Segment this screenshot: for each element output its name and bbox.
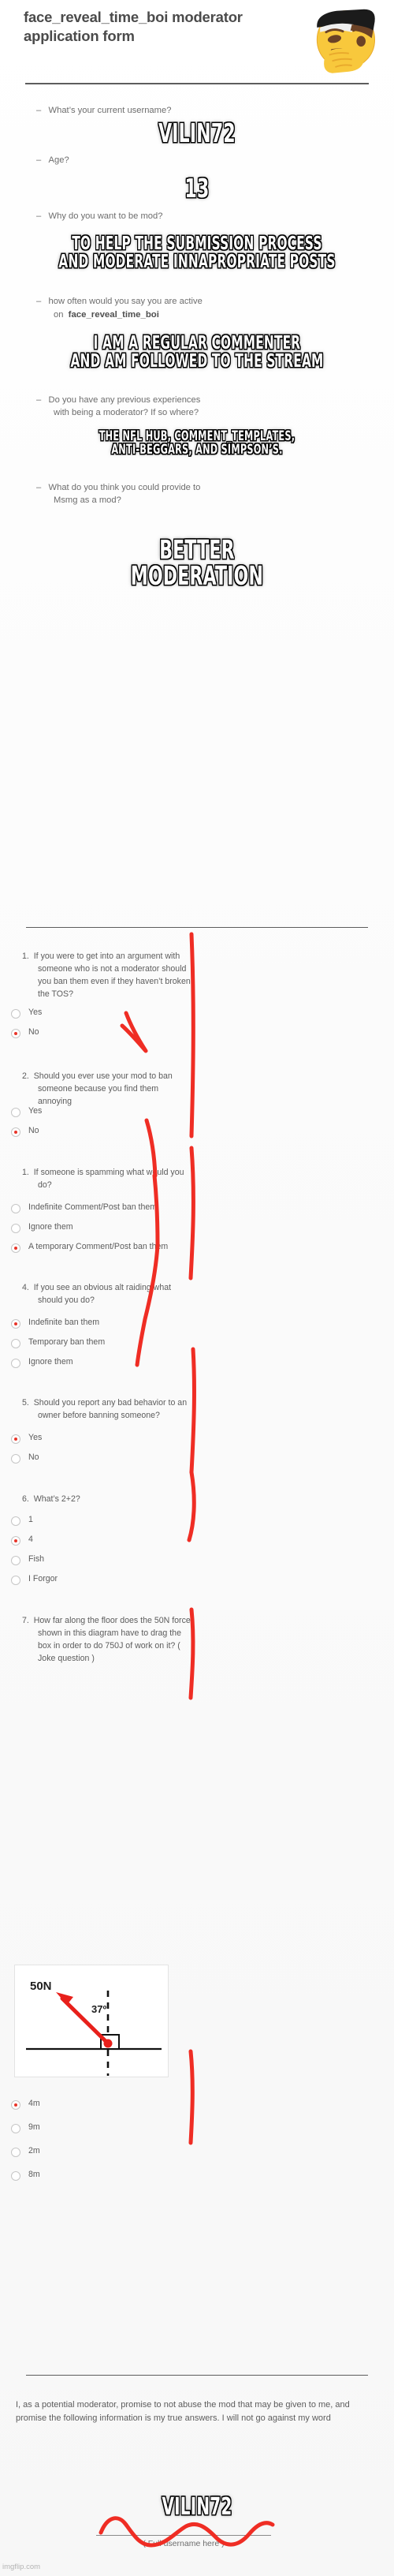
answer-provide: BETTER MODERATION: [130, 534, 264, 591]
radio-icon-selected[interactable]: [11, 1536, 20, 1546]
quiz-question-3-number: 1.: [22, 1168, 29, 1177]
radio-icon-selected[interactable]: [11, 1127, 20, 1137]
radio-icon[interactable]: [11, 2148, 20, 2157]
quiz-question-6-number: 6.: [22, 1494, 29, 1504]
radio-icon[interactable]: [11, 1339, 20, 1348]
quiz-6-option-4[interactable]: 4: [11, 1535, 200, 1548]
page-title-line2: application form: [24, 28, 135, 45]
quiz-7-option-2m[interactable]: 2m: [11, 2146, 200, 2159]
footer-divider: [26, 2375, 368, 2376]
quiz-2-option-no[interactable]: No: [11, 1126, 200, 1139]
quiz-6-option-1[interactable]: 1: [11, 1515, 200, 1528]
signature-line: [96, 2535, 271, 2536]
meme-image: face_reveal_time_boi moderator applicati…: [0, 0, 394, 2576]
physics-force-diagram: 50N 37º: [14, 1965, 169, 2077]
section-divider: [26, 927, 368, 928]
quiz-4-option-temporary-ban[interactable]: Temporary ban them: [11, 1337, 200, 1351]
quiz-6-option-forgor[interactable]: I Forgor: [11, 1574, 200, 1587]
radio-icon[interactable]: [11, 1224, 20, 1233]
quiz-4-option-indefinite-ban[interactable]: Indefinite ban them: [11, 1318, 200, 1331]
quiz-7-option-4m[interactable]: 4m: [11, 2099, 200, 2112]
signature-hint: ( Full username here ): [143, 2539, 225, 2548]
imgflip-watermark: imgflip.com: [2, 2563, 41, 2571]
quiz-7-option-9m[interactable]: 9m: [11, 2122, 200, 2136]
quiz-1-option-no[interactable]: No: [11, 1027, 200, 1041]
quiz-question-2-number: 2.: [22, 1071, 29, 1081]
answer-activity: I AM A REGULAR COMMENTER AND AM FOLLOWED…: [70, 333, 324, 372]
answer-age: 13: [184, 173, 210, 204]
bullet-question-2: – Age?: [36, 155, 69, 165]
radio-icon[interactable]: [11, 1108, 20, 1117]
radio-icon-selected[interactable]: [11, 2100, 20, 2110]
radio-icon[interactable]: [11, 1454, 20, 1464]
quiz-question-4-number: 4.: [22, 1283, 29, 1292]
quiz-5-option-yes[interactable]: Yes: [11, 1433, 200, 1446]
answer-experience: THE NFL HUB, COMMENT_TEMPLATES, ANTI-BEG…: [98, 428, 296, 458]
quiz-5-option-no[interactable]: No: [11, 1453, 200, 1466]
radio-icon[interactable]: [11, 1359, 20, 1368]
quiz-3-option-ignore[interactable]: Ignore them: [11, 1222, 200, 1236]
quiz-1-option-yes[interactable]: Yes: [11, 1008, 200, 1021]
quiz-question-5: 5. Should you report any bad behavior to…: [22, 1398, 188, 1421]
quiz-2-option-yes[interactable]: Yes: [11, 1106, 200, 1120]
form-header: face_reveal_time_boi moderator applicati…: [0, 3, 394, 84]
quiz-question-7: 7. How far along the floor does the 50N …: [22, 1616, 191, 1664]
bullet-question-5: – Do you have any previous experiences w…: [36, 395, 201, 417]
quiz-3-option-indefinite[interactable]: Indefinite Comment/Post ban them: [11, 1202, 200, 1216]
quiz-question-5-number: 5.: [22, 1398, 29, 1408]
radio-icon-selected[interactable]: [11, 1434, 20, 1444]
quiz-question-7-number: 7.: [22, 1616, 29, 1625]
signature-text: VILIN72: [162, 2493, 232, 2521]
quiz-3-option-temporary[interactable]: A temporary Comment/Post ban them: [11, 1242, 200, 1255]
promise-statement: I, as a potential moderator, promise to …: [16, 2400, 350, 2424]
radio-icon[interactable]: [11, 1556, 20, 1565]
quiz-question-2: 2. Should you ever use your mod to ban s…: [22, 1071, 173, 1107]
quiz-question-3: 1. If someone is spamming what would you…: [22, 1168, 184, 1191]
radio-icon-selected[interactable]: [11, 1029, 20, 1038]
force-label: 50N: [30, 1980, 52, 1993]
page-title-line1: face_reveal_time_boi moderator: [24, 9, 243, 25]
radio-icon[interactable]: [11, 2171, 20, 2181]
angle-label: 37º: [91, 2003, 107, 2015]
header-divider: [25, 83, 369, 84]
radio-icon[interactable]: [11, 2124, 20, 2133]
quiz-6-option-fish[interactable]: Fish: [11, 1554, 200, 1568]
radio-icon[interactable]: [11, 1576, 20, 1585]
radio-icon[interactable]: [11, 1009, 20, 1019]
quiz-question-4: 4. If you see an obvious alt raiding wha…: [22, 1283, 172, 1306]
bullet-question-3: – Why do you want to be mod?: [36, 211, 163, 221]
page-title: face_reveal_time_boi moderator applicati…: [24, 8, 307, 47]
answer-why-mod: TO HELP THE SUBMISSION PROCESS AND MODER…: [58, 234, 336, 272]
answer-username: VILIN72: [158, 118, 236, 148]
quiz-question-1-number: 1.: [22, 952, 29, 961]
bullet-question-4: – how often would you say you are active…: [36, 297, 203, 320]
community-name: face_reveal_time_boi: [68, 309, 159, 320]
annotation-line-right-4: [187, 1470, 196, 1542]
bullet-question-6: – What do you think you could provide to…: [36, 483, 201, 505]
quiz-4-option-ignore[interactable]: Ignore them: [11, 1357, 200, 1370]
radio-icon-selected[interactable]: [11, 1243, 20, 1253]
radio-icon[interactable]: [11, 1516, 20, 1526]
quiz-question-6: 6. What’s 2+2?: [22, 1494, 80, 1504]
radio-icon-selected[interactable]: [11, 1319, 20, 1329]
radio-icon[interactable]: [11, 1204, 20, 1213]
bullet-question-1: – What’s your current username?: [36, 106, 172, 115]
quiz-question-1: 1. If you were to get into an argument w…: [22, 952, 191, 1000]
quiz-7-option-8m[interactable]: 8m: [11, 2170, 200, 2183]
thinking-face-emoji: [316, 9, 376, 73]
